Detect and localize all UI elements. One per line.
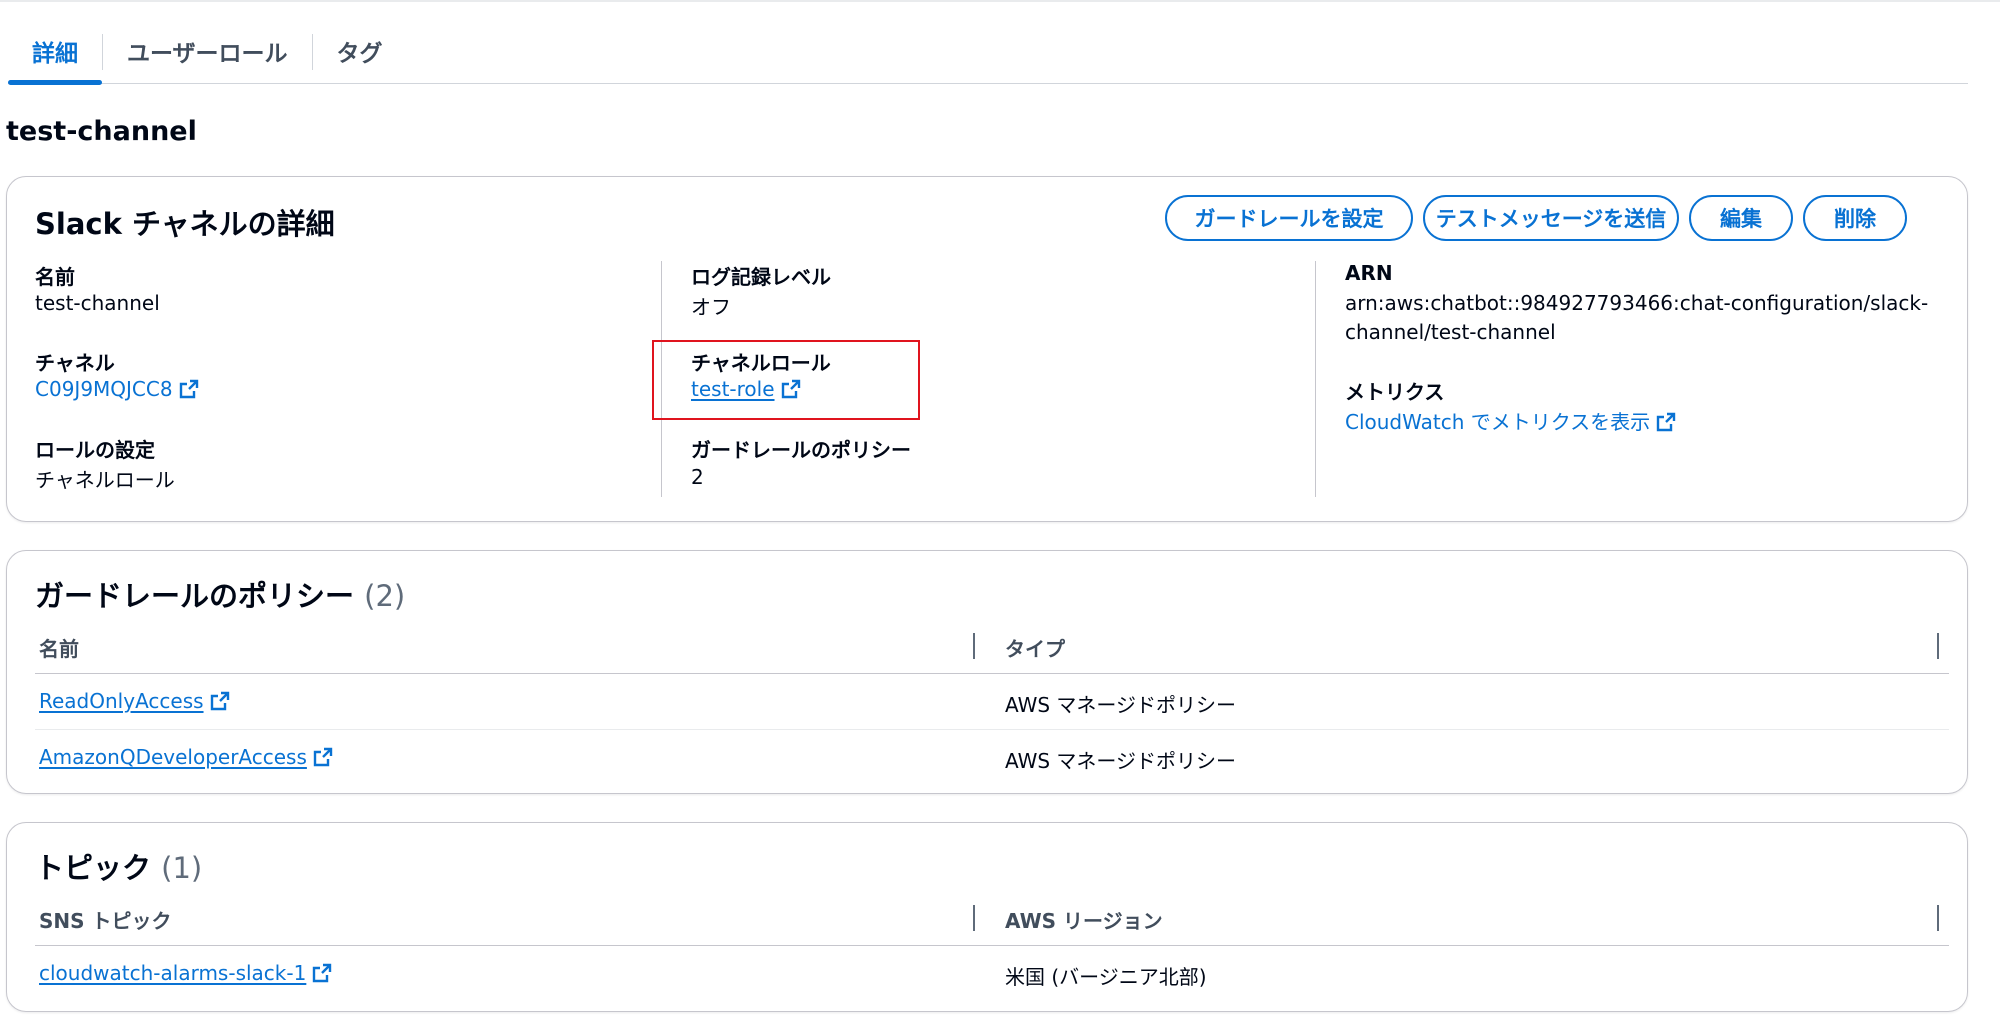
- arn-value-line2: channel/test-channel: [1345, 320, 1556, 344]
- column-resizer[interactable]: [973, 633, 975, 659]
- role-setting-value: チャネルロール: [35, 468, 175, 492]
- topics-heading: トピック: [35, 851, 152, 885]
- tab-details[interactable]: 詳細: [8, 24, 102, 85]
- channel-label: チャネル: [35, 351, 115, 375]
- arn-value-line1: arn:aws:chatbot::984927793466:chat-confi…: [1345, 291, 1929, 315]
- metrics-label: メトリクス: [1345, 380, 1445, 404]
- column-header-region[interactable]: AWS リージョン: [1005, 905, 1163, 934]
- tab-tags[interactable]: タグ: [313, 24, 407, 84]
- page-title: test-channel: [6, 116, 197, 147]
- header-divider: [35, 673, 1949, 674]
- column-resizer[interactable]: [1937, 905, 1939, 931]
- topic-region: 米国 (バージニア北部): [1005, 965, 1207, 989]
- guardrail-policies-container: ガードレールのポリシー (2) 名前 タイプ ReadOnlyAccess AW…: [6, 550, 1968, 794]
- logging-level-label: ログ記録レベル: [691, 265, 831, 289]
- tab-user-roles[interactable]: ユーザーロール: [103, 24, 312, 84]
- view-metrics-link[interactable]: CloudWatch でメトリクスを表示: [1345, 410, 1650, 434]
- details-title: Slack チャネルの詳細: [35, 207, 335, 241]
- guardrail-policy-value: 2: [691, 465, 704, 489]
- arn-label: ARN: [1345, 261, 1393, 285]
- topics-container: トピック (1) SNS トピック AWS リージョン cloudwatch-a…: [6, 822, 1968, 1012]
- header-divider: [35, 945, 1949, 946]
- column-header-name[interactable]: 名前: [39, 633, 79, 662]
- external-link-icon[interactable]: [179, 379, 199, 404]
- policy-link-readonly[interactable]: ReadOnlyAccess: [39, 689, 204, 713]
- delete-button[interactable]: 削除: [1803, 195, 1907, 241]
- external-link-icon[interactable]: [313, 747, 333, 772]
- tab-bar: 詳細 ユーザーロール タグ: [8, 24, 1968, 85]
- highlight-box: [652, 340, 920, 420]
- external-link-icon[interactable]: [1656, 412, 1676, 437]
- role-setting-label: ロールの設定: [35, 438, 155, 462]
- policy-type: AWS マネージドポリシー: [1005, 749, 1237, 773]
- table-row: ReadOnlyAccess: [39, 689, 230, 716]
- column-resizer[interactable]: [973, 905, 975, 931]
- column-header-type[interactable]: タイプ: [1005, 633, 1065, 662]
- table-row: cloudwatch-alarms-slack-1: [39, 961, 332, 988]
- sns-topic-link[interactable]: cloudwatch-alarms-slack-1: [39, 961, 306, 985]
- metrics-link-wrap: CloudWatch でメトリクスを表示: [1345, 406, 1676, 437]
- guardrail-policies-count: (2): [364, 579, 406, 613]
- guardrail-policy-label: ガードレールのポリシー: [691, 438, 911, 462]
- name-value: test-channel: [35, 291, 160, 315]
- column-divider: [1315, 261, 1316, 497]
- table-row: AmazonQDeveloperAccess: [39, 745, 333, 772]
- logging-level-value: オフ: [691, 295, 731, 319]
- name-label: 名前: [35, 265, 75, 289]
- guardrail-policies-title: ガードレールのポリシー (2): [35, 573, 405, 615]
- topics-count: (1): [161, 851, 203, 885]
- channel-link[interactable]: C09J9MQJCC8: [35, 377, 173, 401]
- policy-link-amazonq[interactable]: AmazonQDeveloperAccess: [39, 745, 307, 769]
- column-resizer[interactable]: [1937, 633, 1939, 659]
- send-test-message-button[interactable]: テストメッセージを送信: [1423, 195, 1679, 241]
- row-divider: [35, 729, 1949, 730]
- guardrail-policies-heading: ガードレールのポリシー: [35, 579, 355, 613]
- edit-button[interactable]: 編集: [1689, 195, 1793, 241]
- external-link-icon[interactable]: [312, 963, 332, 988]
- configure-guardrail-button[interactable]: ガードレールを設定: [1165, 195, 1413, 241]
- column-header-sns-topic[interactable]: SNS トピック: [39, 905, 172, 934]
- topics-title: トピック (1): [35, 845, 202, 887]
- external-link-icon[interactable]: [210, 691, 230, 716]
- slack-channel-details-container: Slack チャネルの詳細 ガードレールを設定 テストメッセージを送信 編集 削…: [6, 176, 1968, 522]
- channel-link-wrap: C09J9MQJCC8: [35, 377, 199, 404]
- policy-type: AWS マネージドポリシー: [1005, 693, 1237, 717]
- top-border: [0, 0, 2000, 2]
